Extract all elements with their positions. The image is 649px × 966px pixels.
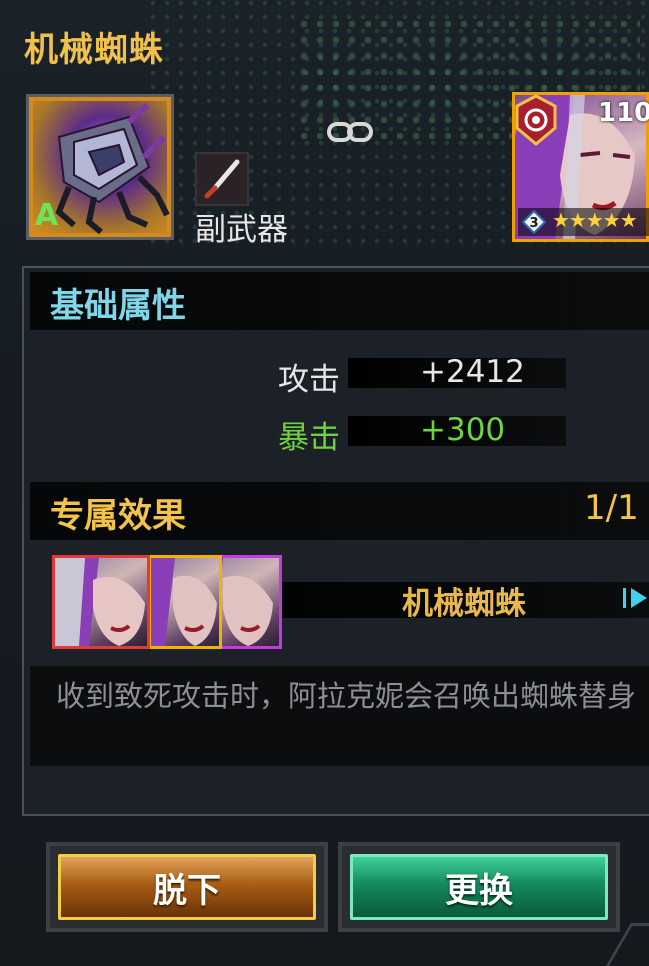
play-arrow-icon[interactable] [621,585,649,611]
equipment-detail-panel: 机械蜘蛛 A 副武器 110 3 ★★★★★ 基础属性 攻击 +2412 暴击 … [0,0,649,966]
hero-face-art [151,558,217,646]
hero-rank: 3 [529,216,538,231]
stat-value: +2412 [420,354,525,390]
effect-description-box: 收到致死攻击时，阿拉克妮会召唤出蜘蛛替身 [30,666,649,766]
knife-icon [204,159,240,199]
hero-portrait-gold [148,555,222,649]
unequip-button[interactable]: 脱下 [46,842,328,932]
target-icon [515,94,557,146]
grade-badge: A [35,198,59,233]
secondary-weapon-slot-icon [195,152,249,206]
stat-name: 暴击 [278,420,340,456]
replace-button-label: 更换 [350,854,608,920]
hero-portrait-red [52,555,150,649]
link-chain-icon [327,122,373,142]
stat-name: 攻击 [278,362,340,398]
exclusive-effect-count: 1/1 [584,488,639,528]
stat-row-attack: 攻击 +2412 [0,350,649,398]
hero-stars: ★★★★★ [552,208,638,232]
hero-face-art [55,558,145,646]
unequip-button-label: 脱下 [58,854,316,920]
exclusive-effect-title: 专属效果 [50,496,186,536]
effect-name: 机械蜘蛛 [402,586,526,622]
equipment-icon-frame[interactable]: A [26,94,174,240]
item-name: 机械蜘蛛 [24,30,164,70]
hero-rank-bar: 3 ★★★★★ [518,208,649,236]
rank-diamond-icon: 3 [522,210,546,234]
hero-level: 110 [598,98,649,128]
slot-type-label: 副武器 [195,212,288,248]
stat-value: +300 [420,412,506,448]
base-attributes-header: 基础属性 [30,272,649,330]
stat-row-crit: 暴击 +300 [0,408,649,456]
base-attributes-title: 基础属性 [50,286,186,326]
effect-description: 收到致死攻击时，阿拉克妮会召唤出蜘蛛替身 [56,679,637,713]
replace-button[interactable]: 更换 [338,842,620,932]
exclusive-effect-header: 专属效果 1/1 [30,482,649,540]
